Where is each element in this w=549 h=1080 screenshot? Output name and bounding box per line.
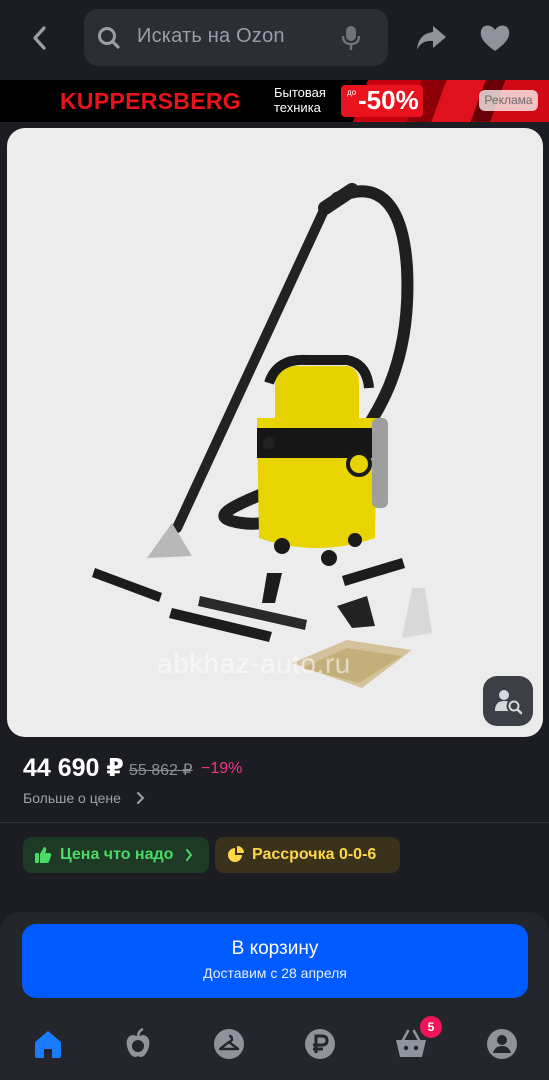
ruble-icon	[305, 1029, 335, 1059]
add-to-cart-label: В корзину	[231, 938, 319, 959]
product-image[interactable]: abkhaz-auto.ru	[7, 128, 543, 737]
tab-fresh[interactable]	[120, 1026, 156, 1062]
profile-icon	[487, 1029, 517, 1059]
old-price: 55 862 ₽	[129, 762, 193, 779]
bottom-sheet: В корзину Доставим с 28 апреля 5	[0, 912, 549, 1080]
share-button[interactable]	[412, 20, 450, 56]
divider	[0, 822, 549, 823]
ad-subtitle-line2: техника	[274, 100, 321, 115]
cart-count-badge: 5	[420, 1016, 442, 1038]
search-input[interactable]: Искать на Ozon	[84, 9, 388, 66]
image-search-icon	[495, 690, 523, 715]
watermark: abkhaz-auto.ru	[157, 648, 351, 679]
ad-banner[interactable]: KUPPERSBERG Бытовая техника до -50% Рекл…	[0, 80, 549, 122]
ad-brand: KUPPERSBERG	[60, 88, 241, 114]
good-price-label: Цена что надо	[60, 846, 174, 863]
search-placeholder: Искать на Ozon	[137, 25, 285, 47]
discount-badge: −19%	[201, 760, 243, 777]
ad-subtitle-line1: Бытовая	[274, 85, 326, 100]
tab-bar	[0, 1012, 549, 1080]
current-price: 44 690 ₽	[23, 754, 124, 782]
ad-sale-badge: до -50%	[341, 85, 423, 117]
installment-label: Рассрочка 0-0-6	[252, 846, 377, 863]
vacuum-cleaner-image	[92, 183, 432, 688]
thumbs-up-icon	[35, 847, 52, 863]
installment-chip[interactable]: Рассрочка 0-0-6	[215, 837, 400, 873]
chevron-left-icon	[33, 26, 46, 50]
tab-profile[interactable]	[484, 1026, 520, 1062]
ad-sale-prefix: до	[347, 88, 357, 97]
hanger-icon	[214, 1029, 244, 1059]
ad-tag: Реклама	[479, 90, 538, 111]
chevron-right-icon	[137, 792, 145, 804]
apple-icon	[126, 1028, 150, 1057]
tab-catalog[interactable]	[211, 1026, 247, 1062]
tab-home[interactable]	[30, 1026, 66, 1062]
add-to-cart-button[interactable]: В корзину Доставим с 28 апреля	[22, 924, 528, 998]
favorite-button[interactable]	[478, 20, 512, 56]
delivery-date: Доставим с 28 апреля	[203, 965, 347, 981]
photo-search-button[interactable]	[483, 676, 533, 726]
pie-chart-icon	[228, 846, 244, 862]
back-button[interactable]	[22, 20, 58, 56]
microphone-icon[interactable]	[339, 24, 363, 52]
good-price-chip[interactable]: Цена что надо	[23, 837, 209, 873]
top-bar: Искать на Ozon	[0, 0, 549, 80]
more-about-price-link[interactable]: Больше о цене	[23, 790, 121, 806]
ad-subtitle: Бытовая техника	[274, 85, 326, 115]
search-icon	[98, 27, 120, 49]
chevron-right-icon	[186, 849, 193, 861]
heart-icon	[480, 25, 510, 51]
home-icon	[35, 1031, 61, 1058]
tab-finance[interactable]	[302, 1026, 338, 1062]
share-icon	[417, 26, 446, 50]
ad-sale-value: -50%	[358, 85, 419, 115]
price-section: 44 690 ₽ 55 862 ₽ −19% Больше о цене Цен…	[0, 740, 549, 900]
